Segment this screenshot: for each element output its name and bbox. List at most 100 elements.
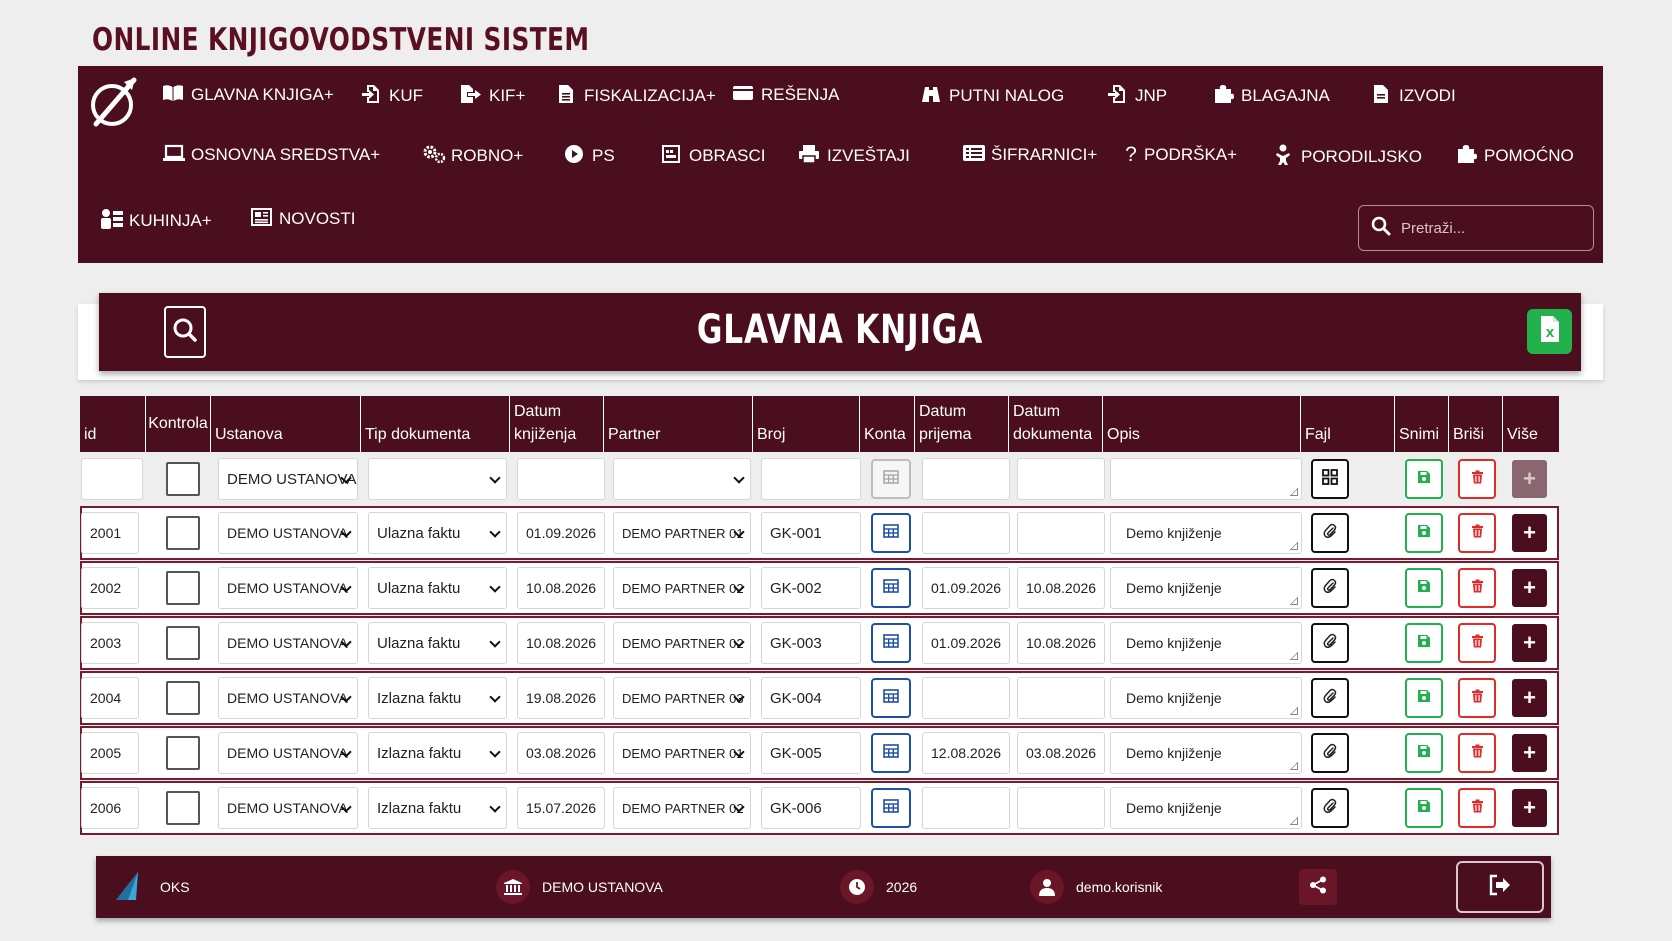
row-opis-textarea[interactable]: Demo knjiženje [1110,787,1302,829]
nav-novosti[interactable]: NOVOSTI [250,208,356,230]
new-datum-dokumenta-input[interactable] [1017,458,1105,500]
row-delete-button[interactable] [1458,788,1496,828]
nav-ps[interactable]: PS [563,144,615,168]
new-fajl-button[interactable] [1311,459,1349,499]
row-save-button[interactable] [1405,788,1443,828]
row-ustanova-select[interactable]: DEMO USTANOVA [218,787,358,829]
row-id-input[interactable]: 2001 [81,512,139,554]
row-tip-dokumenta-select[interactable]: Ulazna faktu [368,567,507,609]
row-tip-dokumenta-select[interactable]: Izlazna faktu [368,732,507,774]
row-kontrola-checkbox[interactable] [166,736,200,770]
row-kontrola-checkbox[interactable] [166,626,200,660]
row-attach-button[interactable] [1311,678,1349,718]
nav-robno[interactable]: ROBNO+ [422,144,523,168]
nav-obrasci[interactable]: OBRASCI [660,144,766,168]
resize-handle-icon[interactable] [1290,707,1298,715]
footer-year[interactable]: 2026 [840,856,917,918]
row-id-input[interactable]: 2004 [81,677,139,719]
row-save-button[interactable] [1405,678,1443,718]
nav-blagajna[interactable]: BLAGAJNA [1212,84,1330,108]
share-button[interactable] [1299,869,1337,905]
row-opis-textarea[interactable]: Demo knjiženje [1110,622,1302,664]
row-datum-prijema-input[interactable]: 12.08.2026 [922,732,1010,774]
nav-resenja[interactable]: REŠENJA [732,84,839,106]
row-kontrola-checkbox[interactable] [166,791,200,825]
row-datum-knjizenja-input[interactable]: 19.08.2026 [517,677,605,719]
row-opis-textarea[interactable]: Demo knjiženje [1110,512,1302,554]
row-id-input[interactable]: 2005 [81,732,139,774]
row-konta-button[interactable] [871,513,911,553]
export-excel-button[interactable]: X [1527,309,1572,354]
resize-handle-icon[interactable] [1290,542,1298,550]
row-datum-knjizenja-input[interactable]: 01.09.2026 [517,512,605,554]
row-opis-textarea[interactable]: Demo knjiženje [1110,732,1302,774]
row-opis-textarea[interactable]: Demo knjiženje [1110,677,1302,719]
row-datum-dokumenta-input[interactable] [1017,512,1105,554]
new-partner-select[interactable] [613,458,751,500]
row-datum-dokumenta-input[interactable]: 10.08.2026 [1017,622,1105,664]
row-attach-button[interactable] [1311,568,1349,608]
row-ustanova-select[interactable]: DEMO USTANOVA [218,677,358,719]
new-opis-textarea[interactable] [1110,458,1302,500]
row-attach-button[interactable] [1311,623,1349,663]
row-ustanova-select[interactable]: DEMO USTANOVA [218,512,358,554]
resize-handle-icon[interactable] [1290,488,1298,496]
row-broj-input[interactable]: GK-002 [761,567,861,609]
row-partner-select[interactable]: DEMO PARTNER 02 [613,567,751,609]
row-konta-button[interactable] [871,568,911,608]
row-tip-dokumenta-select[interactable]: Izlazna faktu [368,787,507,829]
nav-sifrarnici[interactable]: ŠIFRARNICI+ [962,144,1097,166]
row-opis-textarea[interactable]: Demo knjiženje [1110,567,1302,609]
row-konta-button[interactable] [871,733,911,773]
logo-icon[interactable] [88,74,142,130]
row-konta-button[interactable] [871,623,911,663]
nav-search-box[interactable] [1358,205,1594,251]
nav-fiskalizacija[interactable]: FISKALIZACIJA+ [555,84,716,108]
resize-handle-icon[interactable] [1290,597,1298,605]
row-save-button[interactable] [1405,513,1443,553]
nav-glavna-knjiga[interactable]: GLAVNA KNJIGA+ [162,84,334,106]
row-id-input[interactable]: 2006 [81,787,139,829]
nav-izvodi[interactable]: IZVODI [1370,84,1456,108]
row-konta-button[interactable] [871,678,911,718]
row-datum-dokumenta-input[interactable]: 10.08.2026 [1017,567,1105,609]
row-broj-input[interactable]: GK-006 [761,787,861,829]
row-kontrola-checkbox[interactable] [166,571,200,605]
row-broj-input[interactable]: GK-004 [761,677,861,719]
new-broj-input[interactable] [761,458,861,500]
row-save-button[interactable] [1405,623,1443,663]
nav-jnp[interactable]: JNP [1106,84,1167,108]
row-datum-knjizenja-input[interactable]: 15.07.2026 [517,787,605,829]
new-kontrola-checkbox[interactable] [166,462,200,496]
footer-ustanova[interactable]: DEMO USTANOVA [496,856,663,918]
row-datum-prijema-input[interactable] [922,787,1010,829]
new-datum-prijema-input[interactable] [922,458,1010,500]
row-datum-prijema-input[interactable]: 01.09.2026 [922,567,1010,609]
row-partner-select[interactable]: DEMO PARTNER 02 [613,787,751,829]
row-ustanova-select[interactable]: DEMO USTANOVA [218,622,358,664]
search-input[interactable] [1401,219,1581,237]
header-search-button[interactable] [164,306,206,358]
new-konta-button[interactable] [871,459,911,499]
row-delete-button[interactable] [1458,513,1496,553]
row-partner-select[interactable]: DEMO PARTNER 03 [613,677,751,719]
row-id-input[interactable]: 2003 [81,622,139,664]
row-kontrola-checkbox[interactable] [166,516,200,550]
row-ustanova-select[interactable]: DEMO USTANOVA [218,732,358,774]
new-tip-dokumenta-select[interactable] [368,458,507,500]
resize-handle-icon[interactable] [1290,817,1298,825]
row-datum-prijema-input[interactable]: 01.09.2026 [922,622,1010,664]
resize-handle-icon[interactable] [1290,652,1298,660]
logout-button[interactable] [1456,861,1544,913]
row-save-button[interactable] [1405,568,1443,608]
nav-porodiljsko[interactable]: PORODILJSKO [1272,144,1422,170]
row-tip-dokumenta-select[interactable]: Ulazna faktu [368,622,507,664]
row-datum-prijema-input[interactable] [922,677,1010,719]
nav-podrska[interactable]: ? PODRŠKA+ [1120,144,1237,165]
row-tip-dokumenta-select[interactable]: Ulazna faktu [368,512,507,554]
row-delete-button[interactable] [1458,623,1496,663]
row-konta-button[interactable] [871,788,911,828]
new-ustanova-select[interactable]: DEMO USTANOVA [218,458,358,500]
row-attach-button[interactable] [1311,788,1349,828]
row-datum-knjizenja-input[interactable]: 10.08.2026 [517,567,605,609]
